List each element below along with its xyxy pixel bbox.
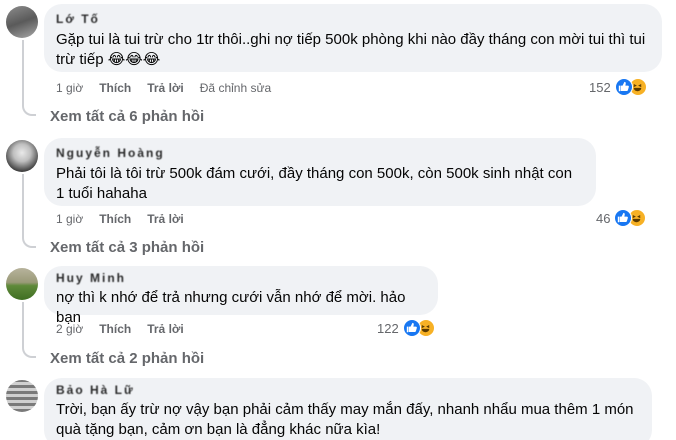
like-button[interactable]: Thích xyxy=(99,81,131,95)
view-replies-label: Xem tất cả 2 phản hồi xyxy=(50,349,205,367)
comment-author[interactable]: Huy Minh xyxy=(56,271,426,285)
reaction-summary[interactable]: 152 xyxy=(589,77,647,97)
comment-text: Phải tôi là tôi trừ 500k đám cưới, đầy t… xyxy=(56,165,577,202)
edited-label: Đã chỉnh sửa xyxy=(199,81,272,95)
comment-bubble: Nguyễn Hoàng Phải tôi là tôi trừ 500k đá… xyxy=(44,138,596,206)
view-replies-label: Xem tất cả 3 phản hồi xyxy=(50,238,205,256)
view-replies-link[interactable]: Xem tất cả 3 phản hồi xyxy=(50,237,204,257)
comment-time[interactable]: 1 giờ xyxy=(56,81,83,95)
comment-bubble: Lớ Tố Gặp tui là tui trừ cho 1tr thôi..g… xyxy=(44,4,662,72)
comment-author[interactable]: Nguyễn Hoàng xyxy=(56,146,584,160)
comment-actions: 1 giờ Thích Trả lời xyxy=(56,210,200,228)
comment-time[interactable]: 1 giờ xyxy=(56,212,83,226)
avatar[interactable] xyxy=(6,140,38,172)
comment-actions: 1 giờ Thích Trả lời Đã chỉnh sửa xyxy=(56,79,287,97)
avatar[interactable] xyxy=(6,6,38,38)
avatar[interactable] xyxy=(6,268,38,300)
view-replies-link[interactable]: Xem tất cả 6 phản hồi xyxy=(50,106,204,126)
comment-bubble: Bảo Hà Lữ Trời, bạn ấy trừ nợ vậy bạn ph… xyxy=(44,378,652,440)
like-icon xyxy=(402,319,421,337)
reaction-count: 152 xyxy=(589,79,611,95)
reply-thread-line xyxy=(22,40,36,116)
comment-author[interactable]: Lớ Tố xyxy=(56,12,650,26)
comment-text: Trời, bạn ấy trừ nợ vậy bạn phải cảm thấ… xyxy=(56,401,638,438)
like-button[interactable]: Thích xyxy=(99,322,131,336)
avatar[interactable] xyxy=(6,380,38,412)
reply-button[interactable]: Trả lời xyxy=(147,322,184,336)
reply-thread-line xyxy=(22,302,36,358)
like-icon xyxy=(614,78,633,96)
view-replies-label: Xem tất cả 6 phản hồi xyxy=(50,107,205,125)
reply-button[interactable]: Trả lời xyxy=(147,81,184,95)
reply-thread-line xyxy=(22,174,36,248)
view-replies-link[interactable]: Xem tất cả 2 phản hồi xyxy=(50,348,204,368)
comment-bubble: Huy Minh nợ thì k nhớ để trả nhưng cưới … xyxy=(44,266,438,326)
comment-time[interactable]: 2 giờ xyxy=(56,322,83,336)
comment-actions: 2 giờ Thích Trả lời xyxy=(56,320,200,338)
reaction-count: 46 xyxy=(596,210,611,226)
reply-button[interactable]: Trả lời xyxy=(147,212,184,226)
comment-author[interactable]: Bảo Hà Lữ xyxy=(56,383,640,397)
reaction-summary[interactable]: 122 xyxy=(377,318,435,338)
like-icon xyxy=(614,209,633,227)
reaction-summary[interactable]: 46 xyxy=(596,208,647,228)
like-button[interactable]: Thích xyxy=(99,212,131,226)
comment-text: Gặp tui là tui trừ cho 1tr thôi..ghi nợ … xyxy=(56,31,650,68)
reaction-count: 122 xyxy=(377,320,399,336)
